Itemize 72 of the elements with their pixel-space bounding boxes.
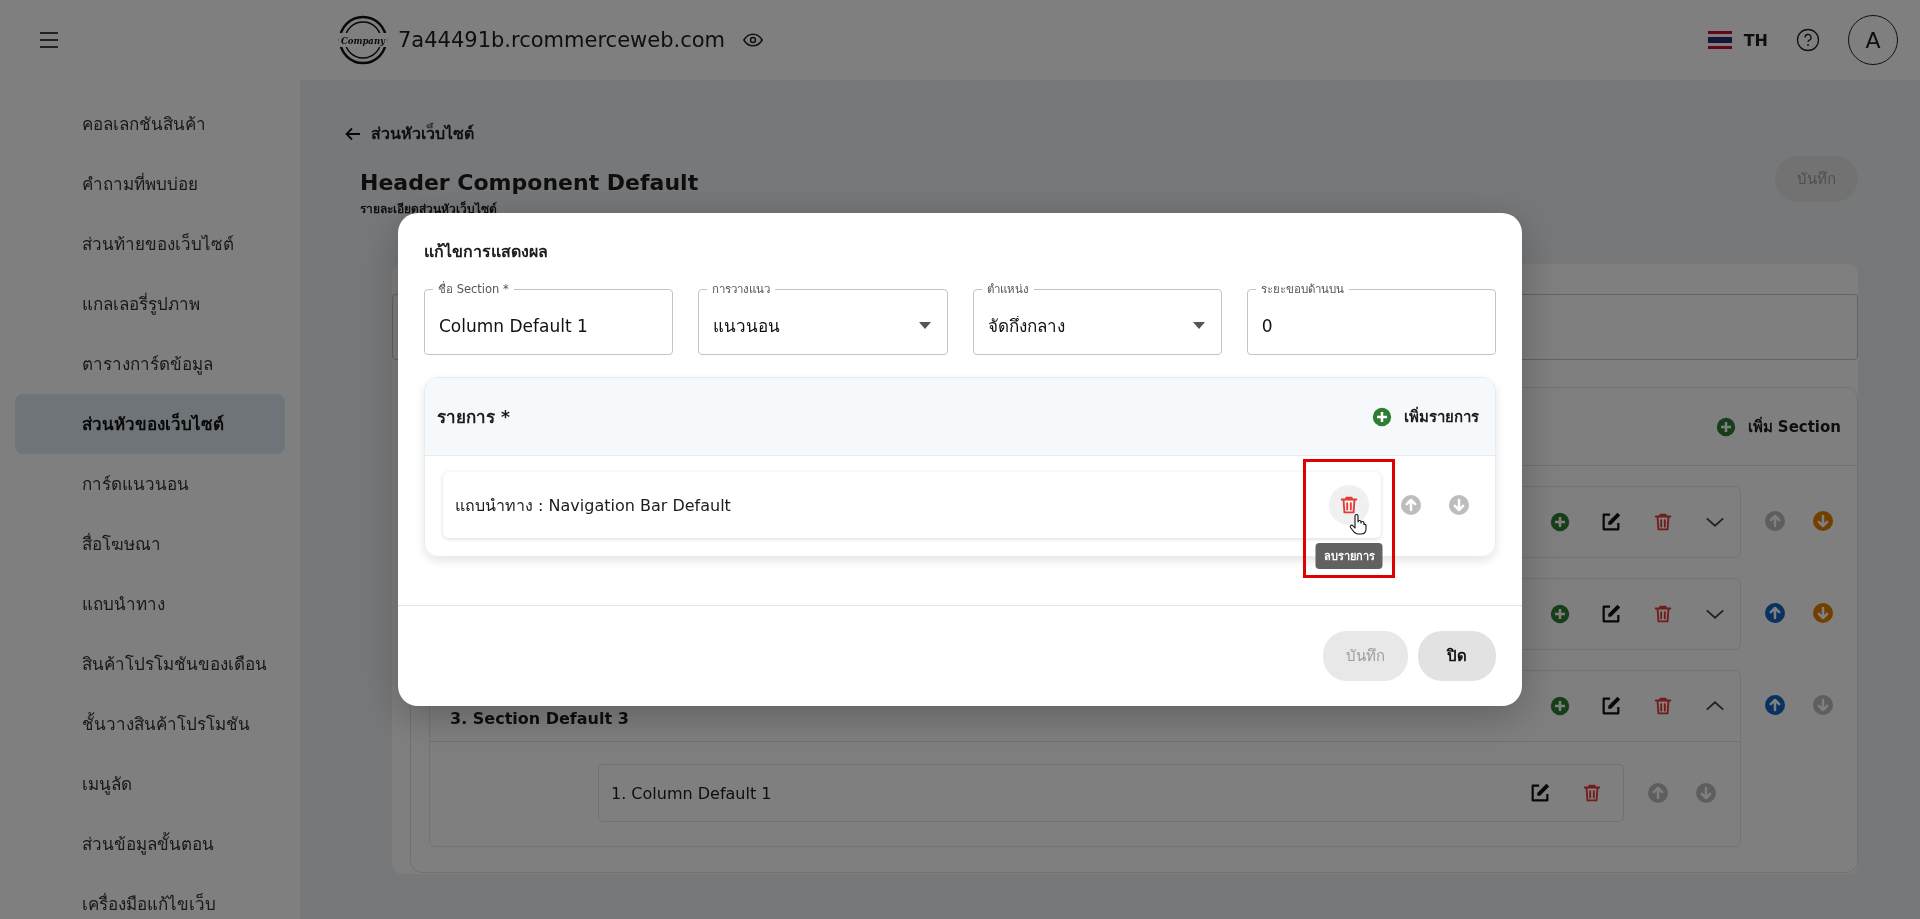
sidebar-item[interactable]: เมนูลัด [15, 754, 285, 814]
edit-icon[interactable] [1529, 782, 1551, 804]
plus-icon [1372, 406, 1392, 427]
arrow-down-icon[interactable] [1813, 603, 1833, 623]
edit-icon[interactable] [1600, 695, 1622, 717]
sidebar-item[interactable]: แถบนำทาง [15, 574, 285, 634]
flag-icon [1707, 31, 1732, 49]
arrow-down-icon[interactable] [1449, 495, 1469, 515]
arrow-up-icon[interactable] [1648, 783, 1668, 803]
sidebar-item[interactable]: ส่วนข้อมูลขั้นตอน [15, 814, 285, 874]
dialog-title: แก้ไขการแสดงผล [424, 241, 549, 263]
plus-icon[interactable] [1550, 604, 1570, 624]
page-title: Header Component Default [360, 170, 699, 195]
sidebar-item[interactable]: ส่วนหัวของเว็บไซต์ [15, 394, 285, 454]
page-subtitle: รายละเอียดส่วนหัวเว็บไซต์ [360, 200, 498, 218]
plus-icon[interactable] [1550, 696, 1570, 716]
trash-icon[interactable] [1652, 695, 1674, 717]
edit-icon[interactable] [1600, 511, 1622, 533]
arrow-up-icon[interactable] [1765, 511, 1785, 531]
items-title: รายการ * [437, 406, 510, 429]
plus-icon[interactable] [1550, 512, 1570, 532]
avatar[interactable]: A [1848, 15, 1898, 65]
add-section-button[interactable]: เพิ่ม Section [1715, 414, 1841, 439]
trash-icon [1338, 494, 1360, 516]
sidebar-item[interactable]: สื่อโฆษณา [15, 514, 285, 574]
text-field[interactable]: ชื่อ Section * Column Default 1 [424, 281, 674, 355]
field-label: ชื่อ Section * [437, 281, 510, 297]
close-button[interactable]: ปิด [1418, 631, 1496, 681]
caret-icon [1192, 322, 1205, 329]
sidebar-item[interactable]: แกลเลอรี่รูปภาพ [15, 274, 285, 334]
add-item-button[interactable]: เพิ่มรายการ [1372, 404, 1479, 429]
site-name: 7a44491b.rcommerceweb.com [398, 28, 726, 52]
trash-icon[interactable] [1652, 603, 1674, 625]
arrow-up-icon[interactable] [1765, 603, 1785, 623]
back-arrow-icon [345, 126, 361, 141]
field-label: ตำแหน่ง [985, 281, 1030, 297]
field-input[interactable]: แนวนอน [713, 315, 919, 336]
column-label: 1. Column Default 1 [611, 783, 772, 803]
edit-icon[interactable] [1600, 603, 1622, 625]
eye-icon[interactable] [743, 33, 764, 47]
field-label: การวางแนว [711, 281, 772, 297]
trash-icon[interactable] [1652, 511, 1674, 533]
back-link[interactable]: ส่วนหัวเว็บไซต์ [345, 121, 474, 146]
delete-button[interactable] [1329, 485, 1369, 525]
field-input[interactable]: 0 [1261, 315, 1479, 336]
menu-icon[interactable] [38, 31, 60, 49]
trash-icon[interactable] [1581, 782, 1603, 804]
sidebar-item[interactable]: คำถามที่พบบ่อย [15, 154, 285, 214]
sidebar-item[interactable]: เครื่องมือแก้ไขเว็บ [15, 874, 285, 919]
sidebar-item[interactable]: การ์ดแนวนอน [15, 454, 285, 514]
arrow-up-icon[interactable] [1765, 695, 1785, 715]
sidebar-item[interactable]: สินค้าโปรโมชันของเดือน [15, 634, 285, 694]
logo: Company [338, 15, 388, 65]
sidebar-item[interactable]: คอลเลกชันสินค้า [15, 94, 285, 154]
language-selector[interactable]: TH [1707, 30, 1768, 50]
section-title: 3. Section Default 3 [450, 708, 630, 728]
caret-icon [918, 322, 931, 329]
tooltip: ลบรายการ [1315, 543, 1383, 569]
sidebar-item[interactable]: ส่วนท้ายของเว็บไซต์ [15, 214, 285, 274]
item-label: แถบนำทาง : Navigation Bar Default [455, 494, 732, 517]
sidebar-item[interactable]: ตารางการ์ดข้อมูล [15, 334, 285, 394]
text-field[interactable]: ระยะขอบด้านบน 0 [1246, 281, 1496, 355]
help-icon[interactable] [1796, 28, 1820, 52]
arrow-down-icon[interactable] [1696, 783, 1716, 803]
plus-icon [1715, 416, 1736, 437]
field-input[interactable]: Column Default 1 [439, 315, 657, 336]
sidebar-item[interactable]: ชั้นวางสินค้าโปรโมชัน [15, 694, 285, 754]
hand-cursor-icon [1349, 513, 1367, 535]
arrow-up-icon[interactable] [1401, 495, 1421, 515]
field-label: ระยะขอบด้านบน [1259, 281, 1345, 297]
arrow-down-icon[interactable] [1813, 511, 1833, 531]
arrow-down-icon[interactable] [1813, 695, 1833, 715]
